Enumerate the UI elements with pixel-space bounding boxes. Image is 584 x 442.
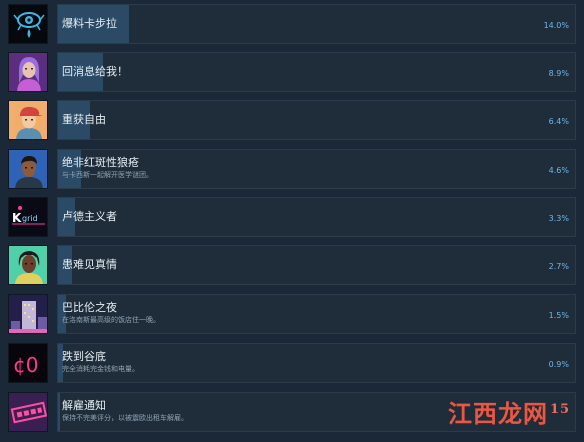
kilgrid-logo-icon: K grid (8, 197, 48, 237)
achievement-card: 巴比伦之夜 在洛南斯最高级的饭店住一晚。 1.5% (57, 294, 576, 334)
achievement-card: 卢德主义者 3.3% (57, 197, 576, 237)
achievement-card: 跌到谷底 完全消耗完金钱和电量。 0.9% (57, 343, 576, 383)
achievement-list: 爆料卡步拉 14.0% 回消息给我！ 8.9% 重获自由 6.4% 绝非红斑性狼… (0, 0, 584, 442)
achievement-title: 爆料卡步拉 (62, 17, 117, 30)
achievement-card: 爆料卡步拉 14.0% (57, 4, 576, 44)
achievement-row[interactable]: K grid 卢德主义者 3.3% (8, 197, 578, 237)
cap-portrait-icon (8, 100, 48, 140)
achievement-percent: 2.7% (548, 262, 569, 271)
night-tower-icon (8, 294, 48, 334)
fired-stamp-icon (8, 392, 48, 432)
achievement-row[interactable]: 巴比伦之夜 在洛南斯最高级的饭店住一晚。 1.5% (8, 294, 578, 334)
achievement-percent: 3.3% (548, 214, 569, 223)
achievement-description: 与卡西斯一起解开医学谜团。 (62, 171, 153, 179)
svg-text:grid: grid (22, 214, 38, 223)
achievement-row[interactable]: 重获自由 6.4% (8, 100, 578, 140)
achievement-title: 回消息给我！ (62, 65, 128, 78)
achievement-percent: 0.9% (548, 360, 569, 369)
achievement-percent: 8.9% (548, 69, 569, 78)
progress-fill (58, 393, 60, 431)
man-portrait-icon (8, 149, 48, 189)
achievement-row[interactable]: 爆料卡步拉 14.0% (8, 4, 578, 44)
achievement-title: 巴比伦之夜 (62, 301, 117, 314)
svg-text:¢0: ¢0 (13, 353, 38, 377)
achievement-percent: 6.4% (548, 117, 569, 126)
achievement-row[interactable]: 回消息给我！ 8.9% (8, 52, 578, 92)
achievement-row[interactable]: 患难见真情 2.7% (8, 245, 578, 285)
purple-hair-portrait-icon (8, 52, 48, 92)
achievement-percent: 4.6% (548, 166, 569, 175)
achievement-percent: 14.0% (543, 21, 569, 30)
achievement-title: 重获自由 (62, 113, 106, 126)
dreadlocks-portrait-icon (8, 245, 48, 285)
achievement-title: 卢德主义者 (62, 210, 117, 223)
achievement-row[interactable]: 绝非红斑性狼疮 与卡西斯一起解开医学谜团。 4.6% (8, 149, 578, 189)
achievement-description: 在洛南斯最高级的饭店住一晚。 (62, 316, 160, 324)
achievement-card: 绝非红斑性狼疮 与卡西斯一起解开医学谜团。 4.6% (57, 149, 576, 189)
achievement-card: 患难见真情 2.7% (57, 245, 576, 285)
achievement-title: 解雇通知 (62, 399, 106, 412)
achievement-description: 保持不完美评分，以被震欧出租车解雇。 (62, 414, 188, 422)
achievement-title: 绝非红斑性狼疮 (62, 156, 139, 169)
achievement-card: 重获自由 6.4% (57, 100, 576, 140)
achievement-percent: 1.5% (548, 311, 569, 320)
achievement-title: 患难见真情 (62, 258, 117, 271)
zero-cents-icon: ¢0 (8, 343, 48, 383)
achievement-title: 跌到谷底 (62, 350, 106, 363)
site-watermark: 江西龙网 15 (448, 399, 571, 428)
blue-eye-icon (8, 4, 48, 44)
achievement-row[interactable]: ¢0 跌到谷底 完全消耗完金钱和电量。 0.9% (8, 343, 578, 383)
achievement-description: 完全消耗完金钱和电量。 (62, 365, 139, 373)
achievement-card: 回消息给我！ 8.9% (57, 52, 576, 92)
svg-text:K: K (12, 211, 22, 225)
